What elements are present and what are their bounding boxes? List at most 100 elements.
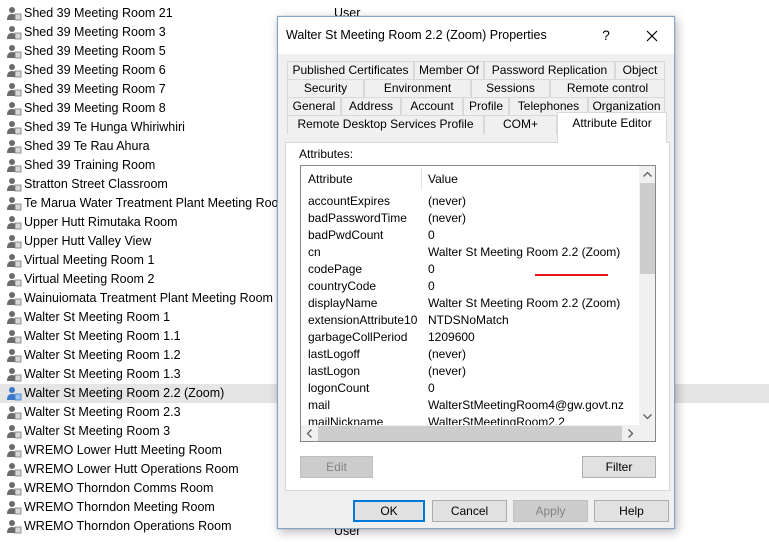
scroll-down-icon[interactable] [639,408,655,425]
help-button[interactable]: Help [594,500,669,522]
scroll-up-icon[interactable] [639,166,655,183]
scrollbar-corner [639,425,655,441]
room-mailbox-icon [6,367,22,382]
room-mailbox-icon [6,82,22,97]
list-item-label: WREMO Lower Hutt Meeting Room [24,443,222,457]
properties-dialog: Walter St Meeting Room 2.2 (Zoom) Proper… [277,16,675,529]
room-mailbox-icon [6,405,22,420]
room-mailbox-icon [6,272,22,287]
list-item-label: Shed 39 Training Room [24,158,156,172]
room-mailbox-icon [6,348,22,363]
tab-address[interactable]: Address [341,97,401,115]
tab-com-plus[interactable]: COM+ [484,115,557,134]
column-header-value[interactable]: Value [428,172,458,186]
table-row[interactable]: badPasswordTime (never) [301,210,639,227]
tab-published-certificates[interactable]: Published Certificates [287,61,414,79]
table-row[interactable]: displayName Walter St Meeting Room 2.2 (Z… [301,295,639,312]
table-row[interactable]: accountExpires (never) [301,193,639,210]
room-mailbox-icon [6,196,22,211]
table-row[interactable]: cn Walter St Meeting Room 2.2 (Zoom) [301,244,639,261]
tab-remote-control[interactable]: Remote control [550,79,665,97]
vertical-scrollbar[interactable] [639,166,655,425]
table-row[interactable]: lastLogoff (never) [301,346,639,363]
attribute-value-cell: Walter St Meeting Room 2.2 (Zoom) [428,245,621,259]
room-mailbox-icon [6,500,22,515]
tab-security[interactable]: Security [287,79,364,97]
filter-button[interactable]: Filter [582,456,656,478]
list-item-label: Walter St Meeting Room 1 [24,310,171,324]
room-mailbox-icon [6,253,22,268]
tab-password-replication[interactable]: Password Replication [484,61,615,79]
attribute-value-cell: 1209600 [428,330,475,344]
list-item-label: WREMO Thorndon Meeting Room [24,500,215,514]
dialog-titlebar[interactable]: Walter St Meeting Room 2.2 (Zoom) Proper… [278,17,674,54]
list-item-label: Walter St Meeting Room 1.2 [24,348,181,362]
room-mailbox-icon [6,158,22,173]
room-mailbox-icon [6,519,22,534]
tab-account[interactable]: Account [401,97,463,115]
table-row[interactable]: countryCode 0 [301,278,639,295]
tab-object[interactable]: Object [615,61,665,79]
list-item-label: Walter St Meeting Room 2.2 (Zoom) [24,386,225,400]
table-row[interactable]: extensionAttribute10 NTDSNoMatch [301,312,639,329]
table-row[interactable]: lastLogon (never) [301,363,639,380]
annotation-underline [535,274,608,276]
room-mailbox-icon [6,329,22,344]
tab-environment[interactable]: Environment [364,79,471,97]
cancel-button[interactable]: Cancel [432,500,507,522]
attributes-label: Attributes: [299,147,354,161]
column-header-attribute[interactable]: Attribute [308,172,353,186]
tab-attribute-editor[interactable]: Attribute Editor [557,112,667,143]
list-item-label: Shed 39 Meeting Room 6 [24,63,166,77]
edit-button[interactable]: Edit [300,456,373,478]
list-item-label: Walter St Meeting Room 2.3 [24,405,181,419]
room-mailbox-icon [6,101,22,116]
list-item-label: Shed 39 Meeting Room 5 [24,44,166,58]
list-item-label: Shed 39 Meeting Room 8 [24,101,166,115]
attribute-name-cell: badPasswordTime [308,211,407,225]
tab-member-of[interactable]: Member Of [414,61,484,79]
attribute-name-cell: cn [308,245,321,259]
table-row[interactable]: garbageCollPeriod 1209600 [301,329,639,346]
ok-button[interactable]: OK [353,500,425,522]
attribute-value-cell: (never) [428,347,467,361]
apply-button[interactable]: Apply [513,500,588,522]
room-mailbox-icon [6,44,22,59]
room-mailbox-icon [6,120,22,135]
attribute-name-cell: logonCount [308,381,370,395]
table-row[interactable]: badPwdCount 0 [301,227,639,244]
tab-sessions[interactable]: Sessions [471,79,550,97]
scroll-left-icon[interactable] [301,425,318,441]
list-item-label: Upper Hutt Rimutaka Room [24,215,178,229]
attribute-value-cell: 0 [428,228,435,242]
attribute-value-cell: (never) [428,194,467,208]
room-mailbox-icon [6,25,22,40]
attribute-name-cell: mail [308,398,331,412]
tab-remote-desktop-services-profile[interactable]: Remote Desktop Services Profile [287,115,484,134]
attributes-listview[interactable]: Attribute Value accountExpires (never) bad… [300,165,656,442]
tab-profile[interactable]: Profile [463,97,509,115]
table-row[interactable]: logonCount 0 [301,380,639,397]
room-mailbox-icon [6,291,22,306]
room-mailbox-icon [6,215,22,230]
help-icon[interactable]: ? [596,25,616,45]
horizontal-scroll-thumb[interactable] [318,426,622,441]
list-item-label: Shed 39 Te Rau Ahura [24,139,150,153]
vertical-scroll-thumb[interactable] [640,183,655,274]
column-divider[interactable] [421,168,422,190]
tab-general[interactable]: General [287,97,341,115]
attribute-value-cell: (never) [428,364,467,378]
list-item-label: Upper Hutt Valley View [24,234,152,248]
room-mailbox-icon [6,443,22,458]
attribute-value-cell: (never) [428,211,467,225]
listview-header: Attribute Value [301,166,639,191]
scroll-right-icon[interactable] [622,425,639,441]
table-row[interactable]: mail WalterStMeetingRoom4@gw.govt.nz [301,397,639,414]
horizontal-scrollbar[interactable] [301,425,639,441]
list-item-label: Stratton Street Classroom [24,177,168,191]
attribute-name-cell: extensionAttribute10 [308,313,418,327]
attribute-name-cell: badPwdCount [308,228,384,242]
attribute-name-cell: garbageCollPeriod [308,330,408,344]
room-mailbox-icon [6,462,22,477]
close-icon[interactable] [634,25,670,47]
